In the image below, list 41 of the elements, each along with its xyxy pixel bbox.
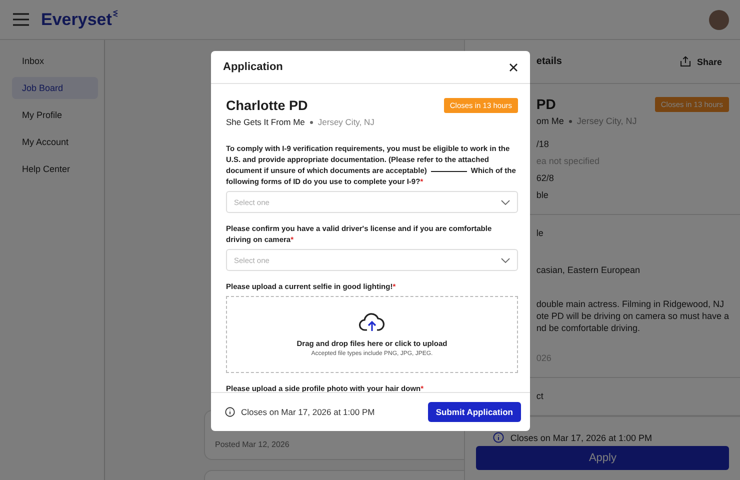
dialog-title: Application bbox=[223, 61, 283, 73]
panel-title: etails bbox=[536, 56, 562, 67]
sidebar-item[interactable]: My Account bbox=[12, 131, 98, 153]
submit-button[interactable]: Submit Application bbox=[428, 402, 521, 422]
detail-text: ct bbox=[536, 390, 544, 403]
info-icon bbox=[225, 407, 235, 417]
detail-text: le bbox=[536, 227, 544, 240]
detail-text: casian, Eastern European bbox=[536, 264, 641, 276]
logo-mark-icon bbox=[112, 10, 118, 17]
close-icon[interactable] bbox=[509, 62, 518, 72]
apply-button[interactable]: Apply bbox=[476, 446, 729, 470]
closing-date: Closes on Mar 17, 2026 at 1:00 PM bbox=[510, 432, 652, 442]
location: Jersey City, NJ bbox=[318, 117, 374, 127]
share-icon bbox=[680, 56, 691, 67]
production-name: She Gets It From Me bbox=[226, 117, 305, 127]
menu-icon[interactable] bbox=[13, 13, 29, 26]
closing-date: Closes on Mar 17, 2026 at 1:00 PM bbox=[241, 407, 375, 417]
separator-dot bbox=[568, 120, 572, 122]
production-name: om Me bbox=[536, 116, 564, 126]
separator-dot bbox=[310, 120, 313, 124]
detail-text: 62/8 bbox=[536, 172, 555, 185]
cloud-upload-icon bbox=[359, 312, 385, 332]
share-button[interactable]: Share bbox=[680, 56, 722, 67]
sidebar-item[interactable]: My Profile bbox=[12, 104, 98, 126]
detail-text: /18 bbox=[536, 138, 550, 151]
location: Jersey City, NJ bbox=[576, 116, 637, 126]
sidebar-item[interactable]: Job Board bbox=[12, 77, 98, 99]
detail-text: ote PD will be driving on camera so must have a bbox=[536, 310, 729, 322]
posted-date: Posted Mar 12, 2026 bbox=[215, 440, 290, 449]
avatar[interactable] bbox=[709, 10, 729, 30]
chevron-icon bbox=[501, 258, 510, 262]
detail-text: nd be comfortable driving. bbox=[536, 322, 641, 334]
logo[interactable]: Everyset bbox=[41, 10, 112, 30]
info-icon bbox=[493, 432, 504, 443]
job-title: PD bbox=[536, 96, 556, 112]
detail-text: double main actress. Filming in Ridgewood, NJ bbox=[536, 298, 725, 310]
sidebar-item[interactable]: Help Center bbox=[12, 158, 98, 180]
detail-text: ble bbox=[536, 189, 550, 202]
job-title: Charlotte PD bbox=[226, 98, 308, 113]
chevron-icon bbox=[501, 200, 510, 204]
sidebar-item[interactable]: Inbox bbox=[12, 50, 98, 72]
